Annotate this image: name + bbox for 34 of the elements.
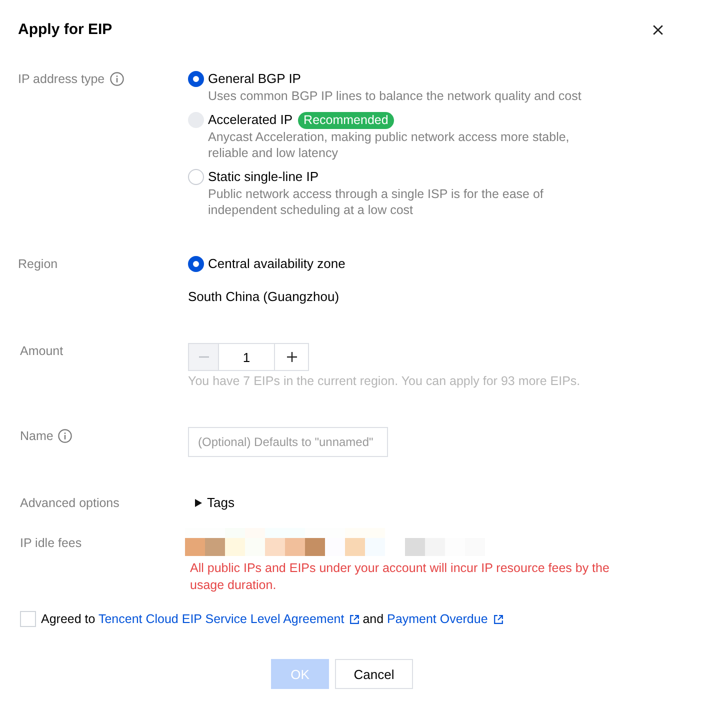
field-label: IP address type	[18, 71, 105, 87]
close-icon	[653, 25, 663, 35]
agreement-link[interactable]: Tencent Cloud EIP Service Level Agreement	[98, 612, 360, 626]
plus-icon	[286, 352, 296, 362]
agreement-link[interactable]: Payment Overdue	[387, 612, 503, 626]
fee-warning: All public IPs and EIPs under your account will incur IP resource fees by the usage duration.	[190, 560, 610, 594]
option-label: Static single-line IP	[208, 169, 319, 185]
field-label: Region	[18, 256, 58, 272]
option-label: Accelerated IP	[208, 112, 293, 128]
field-label: Name	[20, 428, 54, 444]
option-description: Uses common BGP IP lines to balance the network quality and cost	[208, 88, 582, 104]
external-link-icon	[494, 615, 503, 624]
radio-button[interactable]	[188, 71, 204, 87]
recommended-badge: Recommended	[298, 112, 394, 128]
external-link-icon	[350, 615, 360, 624]
option-label: General BGP IP	[208, 71, 301, 87]
agreement-text: Agreed to Tencent Cloud EIP Service Level Agreement and Payment Overdue	[41, 611, 503, 627]
field-label: Advanced options	[20, 495, 120, 511]
name-input[interactable]: (Optional) Defaults to "unnamed"	[188, 427, 388, 457]
option-label: Central availability zone	[208, 256, 346, 272]
radio-button[interactable]	[188, 256, 204, 272]
region-value: South China (Guangzhou)	[188, 289, 340, 305]
cancel-button[interactable]: Cancel	[335, 659, 413, 689]
dialog-title: Apply for EIP	[18, 20, 112, 40]
field-label: IP idle fees	[20, 535, 82, 551]
option-description: Public network access through a single ISP is for the ease of independent scheduling at a low cost	[208, 186, 544, 218]
increment-button[interactable]	[274, 343, 309, 371]
tags-toggle[interactable]: Tags	[188, 495, 234, 511]
option-description: Anycast Acceleration, making public network access more stable, reliable and low latency	[208, 129, 570, 161]
amount-input[interactable]: 1	[219, 343, 274, 371]
amount-hint: You have 7 EIPs in the current region. You can apply for 93 more EIPs.	[188, 373, 580, 389]
field-label: Amount	[20, 343, 64, 359]
agreement-checkbox[interactable]	[20, 611, 36, 627]
close-button[interactable]	[653, 25, 663, 35]
